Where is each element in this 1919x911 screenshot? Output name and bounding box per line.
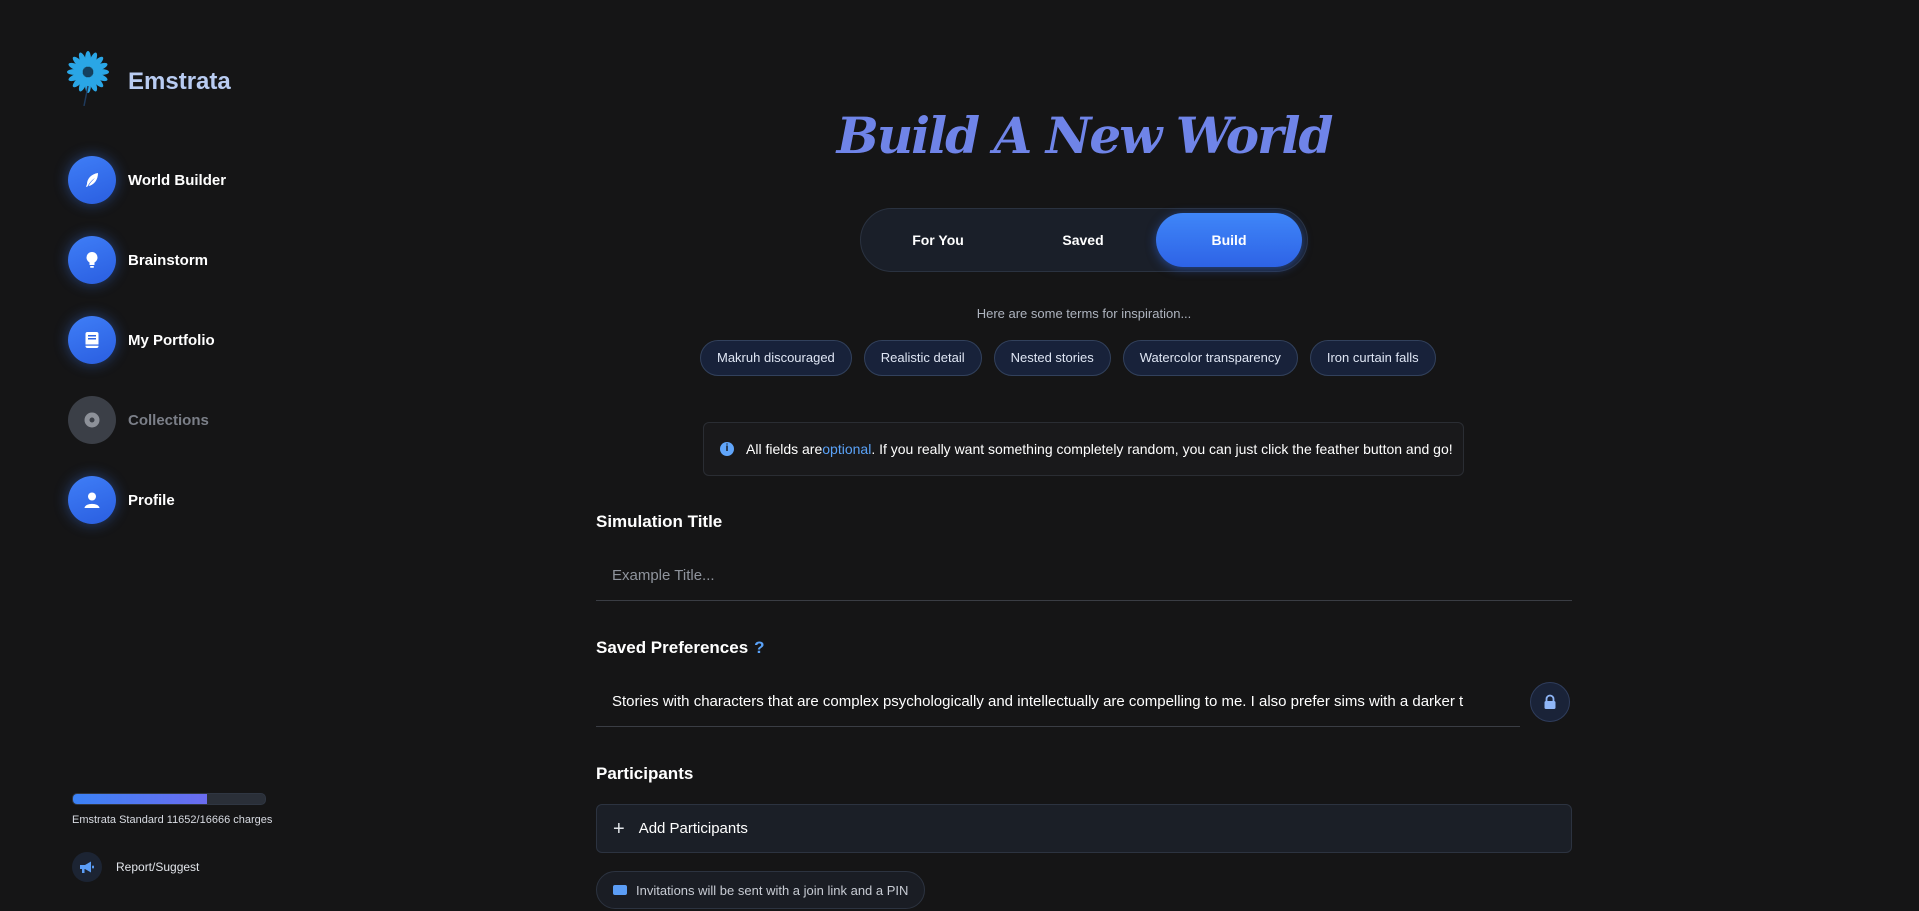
optional-link[interactable]: optional bbox=[822, 441, 871, 457]
book-icon bbox=[68, 316, 116, 364]
info-icon: i bbox=[720, 442, 734, 456]
simulation-title-label: Simulation Title bbox=[596, 512, 723, 531]
info-text-suffix: . If you really want something completel… bbox=[871, 441, 1453, 457]
inspiration-chips: Makruh discouraged Realistic detail Nest… bbox=[700, 340, 1448, 376]
inspiration-chip[interactable]: Iron curtain falls bbox=[1309, 340, 1436, 376]
saved-preferences-label-text: Saved Preferences bbox=[596, 638, 749, 657]
simulation-title-input[interactable]: Example Title... bbox=[596, 551, 1572, 601]
sidebar-item-label: Brainstorm bbox=[128, 251, 209, 269]
info-banner: i All fields are optional . If you reall… bbox=[703, 422, 1464, 476]
user-icon bbox=[68, 476, 116, 524]
brand-logo[interactable]: Emstrata bbox=[66, 50, 231, 106]
tab-saved[interactable]: Saved bbox=[1011, 213, 1155, 267]
report-suggest-button[interactable]: Report/Suggest bbox=[72, 852, 199, 882]
participants-label: Participants bbox=[596, 764, 694, 783]
tab-for-you[interactable]: For You bbox=[865, 213, 1011, 267]
add-participants-button[interactable]: + Add Participants bbox=[596, 804, 1572, 853]
sidebar-item-brainstorm[interactable]: Brainstorm bbox=[68, 236, 208, 284]
invite-note: Invitations will be sent with a join lin… bbox=[596, 871, 926, 909]
plus-icon: + bbox=[613, 817, 625, 840]
inspiration-chip[interactable]: Watercolor transparency bbox=[1122, 340, 1298, 376]
flower-logo-icon bbox=[67, 51, 109, 106]
sidebar-item-profile[interactable]: Profile bbox=[68, 476, 175, 524]
sidebar-item-label: Collections bbox=[128, 411, 209, 429]
lightbulb-icon bbox=[68, 236, 116, 284]
lock-icon bbox=[1544, 694, 1556, 709]
usage-progress-fill bbox=[73, 794, 208, 804]
usage-progress-bar bbox=[72, 793, 266, 805]
invite-note-text: Invitations will be sent with a join lin… bbox=[636, 882, 909, 898]
brand-name: Emstrata bbox=[128, 68, 231, 95]
inspiration-chip[interactable]: Makruh discouraged bbox=[700, 340, 852, 376]
inspiration-chip[interactable]: Nested stories bbox=[993, 340, 1111, 376]
inspiration-text: Here are some terms for inspiration... bbox=[976, 306, 1192, 321]
envelope-icon bbox=[613, 885, 627, 895]
info-text-prefix: All fields are bbox=[746, 441, 823, 457]
report-suggest-label: Report/Suggest bbox=[116, 860, 200, 874]
help-icon[interactable]: ? bbox=[754, 638, 764, 657]
saved-preferences-label: Saved Preferences? bbox=[596, 638, 765, 658]
saved-preferences-input[interactable]: Stories with characters that are complex… bbox=[596, 677, 1520, 727]
add-participants-label: Add Participants bbox=[638, 820, 748, 837]
sidebar-item-label: Profile bbox=[128, 491, 175, 509]
lock-preferences-button[interactable] bbox=[1530, 682, 1570, 722]
disc-icon bbox=[68, 396, 116, 444]
sidebar-item-my-portfolio[interactable]: My Portfolio bbox=[68, 316, 215, 364]
inspiration-chip[interactable]: Realistic detail bbox=[863, 340, 982, 376]
megaphone-icon bbox=[72, 852, 102, 882]
usage-plan-text: Emstrata Standard 11652/16666 charges bbox=[72, 814, 273, 826]
page-title: Build A New World bbox=[836, 106, 1334, 165]
sidebar-item-label: My Portfolio bbox=[128, 331, 215, 349]
view-tabs: For You Saved Build bbox=[860, 208, 1308, 272]
sidebar-item-collections[interactable]: Collections bbox=[68, 396, 209, 444]
sidebar-item-label: World Builder bbox=[128, 171, 227, 189]
tab-build[interactable]: Build bbox=[1156, 213, 1302, 267]
